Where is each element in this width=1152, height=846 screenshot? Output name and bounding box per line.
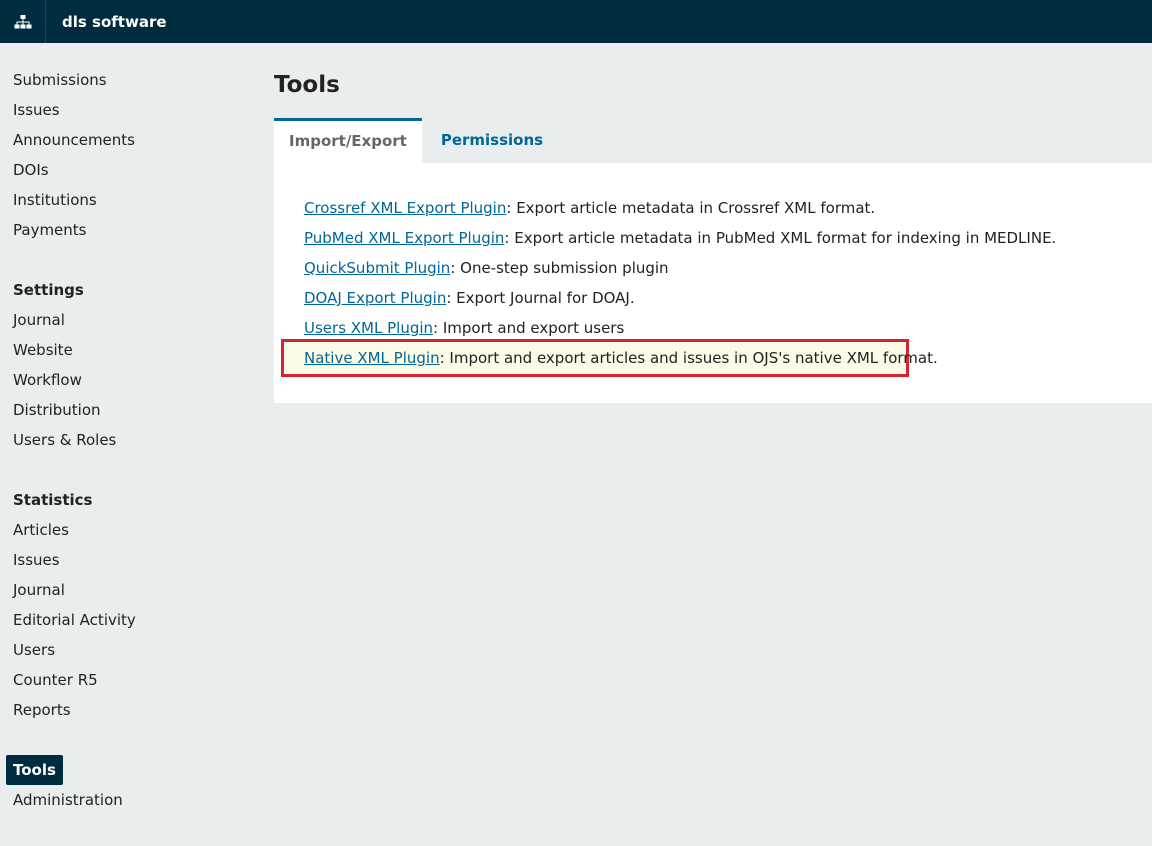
tab-import-export[interactable]: Import/Export: [274, 118, 422, 163]
plugin-description: : Export Journal for DOAJ.: [446, 289, 635, 307]
tab-permissions[interactable]: Permissions: [422, 118, 558, 163]
home-button[interactable]: [0, 0, 46, 43]
plugin-row-users-xml: Users XML Plugin: Import and export user…: [304, 313, 624, 343]
import-export-panel: Crossref XML Export Plugin: Export artic…: [274, 163, 1152, 403]
plugin-link-pubmed[interactable]: PubMed XML Export Plugin: [304, 229, 504, 247]
tab-bar: Import/Export Permissions: [274, 118, 558, 163]
sidebar-item-institutions[interactable]: Institutions: [13, 185, 97, 215]
sidebar-item-counter-r5[interactable]: Counter R5: [13, 665, 98, 695]
plugin-description: : Export article metadata in PubMed XML …: [504, 229, 1057, 247]
plugin-row-quicksubmit: QuickSubmit Plugin: One-step submission …: [304, 253, 669, 283]
sidebar-item-dois[interactable]: DOIs: [13, 155, 49, 185]
sidebar-item-stats-issues[interactable]: Issues: [13, 545, 60, 575]
sidebar-item-submissions[interactable]: Submissions: [13, 65, 107, 95]
sidebar-heading-settings[interactable]: Settings: [13, 275, 84, 305]
sidebar-item-announcements[interactable]: Announcements: [13, 125, 135, 155]
sidebar-item-tools[interactable]: Tools: [6, 755, 63, 785]
sidebar-item-reports[interactable]: Reports: [13, 695, 71, 725]
plugin-row-native-xml: Native XML Plugin: Import and export art…: [304, 343, 938, 373]
top-header: dls software: [0, 0, 1152, 43]
sidebar-item-editorial-activity[interactable]: Editorial Activity: [13, 605, 136, 635]
plugin-description: : Export article metadata in Crossref XM…: [506, 199, 876, 217]
sitemap-icon: [14, 14, 31, 28]
sidebar-item-stats-articles[interactable]: Articles: [13, 515, 69, 545]
plugin-row-crossref: Crossref XML Export Plugin: Export artic…: [304, 193, 875, 223]
sidebar-item-settings-journal[interactable]: Journal: [13, 305, 65, 335]
sidebar-item-users-roles[interactable]: Users & Roles: [13, 425, 116, 455]
plugin-link-quicksubmit[interactable]: QuickSubmit Plugin: [304, 259, 450, 277]
plugin-row-pubmed: PubMed XML Export Plugin: Export article…: [304, 223, 1056, 253]
page-title: Tools: [274, 72, 340, 98]
plugin-link-users-xml[interactable]: Users XML Plugin: [304, 319, 433, 337]
sidebar-item-payments[interactable]: Payments: [13, 215, 86, 245]
plugin-description: : One-step submission plugin: [450, 259, 669, 277]
plugin-link-doaj[interactable]: DOAJ Export Plugin: [304, 289, 446, 307]
plugin-description: : Import and export users: [433, 319, 625, 337]
plugin-link-crossref[interactable]: Crossref XML Export Plugin: [304, 199, 506, 217]
sidebar-item-website[interactable]: Website: [13, 335, 73, 365]
plugin-row-doaj: DOAJ Export Plugin: Export Journal for D…: [304, 283, 635, 313]
plugin-link-native-xml[interactable]: Native XML Plugin: [304, 349, 440, 367]
plugin-description: : Import and export articles and issues …: [439, 349, 938, 367]
site-name[interactable]: dls software: [46, 0, 167, 43]
sidebar-item-stats-journal[interactable]: Journal: [13, 575, 65, 605]
sidebar-item-issues[interactable]: Issues: [13, 95, 60, 125]
sidebar-item-workflow[interactable]: Workflow: [13, 365, 82, 395]
sidebar-item-administration[interactable]: Administration: [13, 785, 123, 815]
sidebar-heading-statistics[interactable]: Statistics: [13, 485, 92, 515]
sidebar-item-stats-users[interactable]: Users: [13, 635, 55, 665]
sidebar-item-distribution[interactable]: Distribution: [13, 395, 101, 425]
